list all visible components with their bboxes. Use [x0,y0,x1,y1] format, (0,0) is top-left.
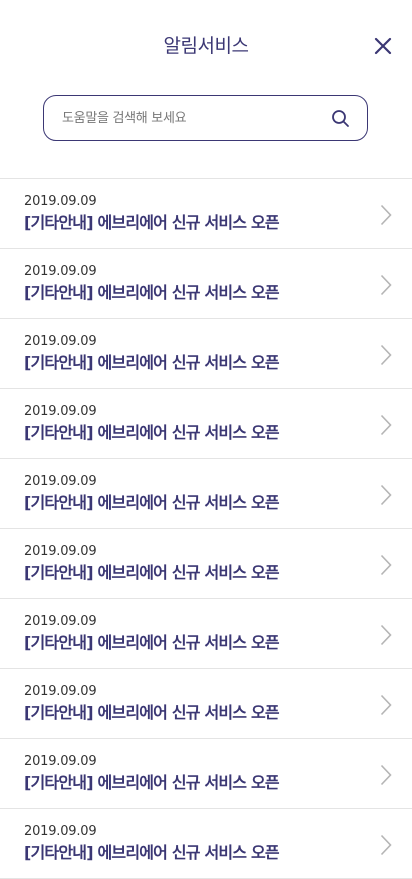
notice-title: [기타안내] 에브리에어 신규 서비스 오픈 [24,773,280,792]
notice-title: [기타안내] 에브리에어 신규 서비스 오픈 [24,633,280,652]
list-item[interactable]: 2019.09.09 [기타안내] 에브리에어 신규 서비스 오픈 [0,739,412,809]
list-item[interactable]: 2019.09.09 [기타안내] 에브리에어 신규 서비스 오픈 [0,249,412,319]
chevron-right-icon [380,694,392,716]
chevron-right-icon [380,344,392,366]
notice-date: 2019.09.09 [24,474,97,489]
notice-title: [기타안내] 에브리에어 신규 서비스 오픈 [24,493,280,512]
chevron-right-icon [380,414,392,436]
list-item[interactable]: 2019.09.09 [기타안내] 에브리에어 신규 서비스 오픈 [0,599,412,669]
list-item[interactable]: 2019.09.09 [기타안내] 에브리에어 신규 서비스 오픈 [0,389,412,459]
chevron-right-icon [380,764,392,786]
search-button[interactable] [331,109,350,128]
chevron-right-icon [380,624,392,646]
notice-date: 2019.09.09 [24,614,97,629]
notice-title: [기타안내] 에브리에어 신규 서비스 오픈 [24,703,280,722]
notice-date: 2019.09.09 [24,544,97,559]
notice-date: 2019.09.09 [24,754,97,769]
list-item[interactable]: 2019.09.09 [기타안내] 에브리에어 신규 서비스 오픈 [0,319,412,389]
notice-date: 2019.09.09 [24,824,97,839]
notice-list: 2019.09.09 [기타안내] 에브리에어 신규 서비스 오픈 2019.09.… [0,178,412,879]
chevron-right-icon [380,834,392,856]
list-item[interactable]: 2019.09.09 [기타안내] 에브리에어 신규 서비스 오픈 [0,669,412,739]
notice-title: [기타안내] 에브리에어 신규 서비스 오픈 [24,423,280,442]
search-box [43,95,368,141]
list-item[interactable]: 2019.09.09 [기타안내] 에브리에어 신규 서비스 오픈 [0,809,412,879]
close-button[interactable] [372,35,394,57]
chevron-right-icon [380,554,392,576]
notice-date: 2019.09.09 [24,404,97,419]
notice-title: [기타안내] 에브리에어 신규 서비스 오픈 [24,283,280,302]
page-title: 알림서비스 [163,35,249,57]
chevron-right-icon [380,484,392,506]
chevron-right-icon [380,274,392,296]
list-item[interactable]: 2019.09.09 [기타안내] 에브리에어 신규 서비스 오픈 [0,179,412,249]
search-icon [332,110,349,127]
list-item[interactable]: 2019.09.09 [기타안내] 에브리에어 신규 서비스 오픈 [0,529,412,599]
header: 알림서비스 [0,0,412,94]
close-icon [374,37,392,55]
notice-title: [기타안내] 에브리에어 신규 서비스 오픈 [24,353,280,372]
notice-date: 2019.09.09 [24,264,97,279]
notice-title: [기타안내] 에브리에어 신규 서비스 오픈 [24,213,280,232]
search-input[interactable] [62,96,322,140]
notice-date: 2019.09.09 [24,334,97,349]
notice-date: 2019.09.09 [24,684,97,699]
notice-title: [기타안내] 에브리에어 신규 서비스 오픈 [24,843,280,862]
list-item[interactable]: 2019.09.09 [기타안내] 에브리에어 신규 서비스 오픈 [0,459,412,529]
notice-date: 2019.09.09 [24,194,97,209]
chevron-right-icon [380,204,392,226]
notice-title: [기타안내] 에브리에어 신규 서비스 오픈 [24,563,280,582]
